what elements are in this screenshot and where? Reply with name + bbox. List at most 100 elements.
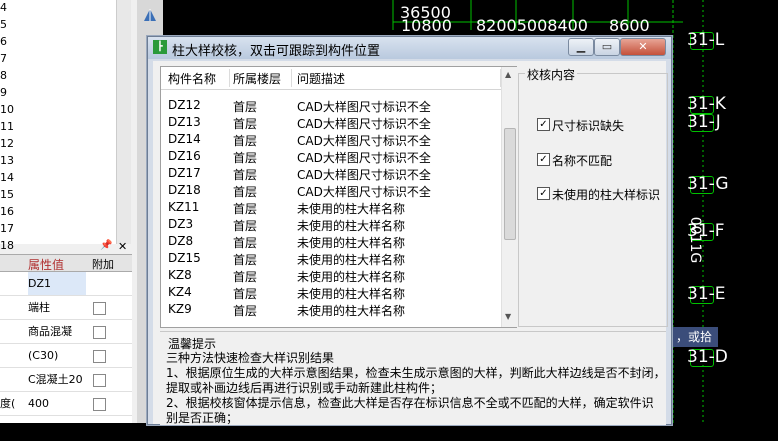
property-label — [0, 320, 24, 344]
issue-issue: CAD大样图尺寸标识不全 — [297, 151, 431, 165]
grid-line — [0, 415, 132, 416]
property-grid: DZ1 端柱 商品混凝 (C30) C混凝土20 度(400 — [0, 272, 132, 423]
row-number[interactable]: 15 — [0, 186, 14, 203]
row-number[interactable]: 18 — [0, 237, 14, 254]
row-number[interactable]: 9 — [0, 84, 14, 101]
scroll-down-icon[interactable]: ▼ — [505, 312, 511, 321]
issue-row[interactable]: KZ9 首层 未使用的柱大样名称 — [161, 301, 501, 318]
row-number[interactable]: 13 — [0, 152, 14, 169]
axis-label: 31-K — [687, 94, 726, 114]
issue-row[interactable]: DZ16 首层 CAD大样图尺寸标识不全 — [161, 148, 501, 165]
issue-row[interactable]: DZ8 首层 未使用的柱大样名称 — [161, 233, 501, 250]
property-value[interactable]: C混凝土20 — [28, 368, 86, 392]
column-separator[interactable] — [229, 69, 230, 87]
vertical-dimension-text: 0011G — [687, 216, 704, 264]
close-button[interactable]: ✕ — [620, 38, 666, 56]
property-label — [0, 272, 24, 296]
checkbox[interactable]: ✓ — [537, 187, 550, 200]
issue-row[interactable]: DZ14 首层 CAD大样图尺寸标识不全 — [161, 131, 501, 148]
extra-checkbox[interactable] — [93, 350, 106, 363]
issue-row[interactable]: DZ12 首层 CAD大样图尺寸标识不全 — [161, 97, 501, 114]
row-number[interactable]: 4 — [0, 0, 14, 16]
issue-floor: 首层 — [233, 151, 258, 165]
row-number[interactable]: 12 — [0, 135, 14, 152]
property-value[interactable]: 端柱 — [28, 296, 86, 320]
pin-icon[interactable]: 📌 — [100, 240, 112, 251]
issue-row[interactable]: DZ17 首层 CAD大样图尺寸标识不全 — [161, 165, 501, 182]
row-number[interactable]: 5 — [0, 16, 14, 33]
issue-row[interactable]: KZ8 首层 未使用的柱大样名称 — [161, 267, 501, 284]
row-number[interactable]: 8 — [0, 67, 14, 84]
issue-floor: 首层 — [233, 202, 258, 216]
issue-row[interactable]: DZ18 首层 CAD大样图尺寸标识不全 — [161, 182, 501, 199]
column-separator[interactable] — [291, 69, 292, 87]
issue-issue: CAD大样图尺寸标识不全 — [297, 100, 431, 114]
issue-row[interactable]: DZ3 首层 未使用的柱大样名称 — [161, 216, 501, 233]
dimension-label: 10800 — [401, 16, 452, 35]
axis-label: 31-J — [687, 112, 721, 132]
issue-issue: 未使用的柱大样名称 — [297, 304, 406, 318]
property-value-header: 属性值 — [28, 258, 65, 272]
issue-issue: 未使用的柱大样名称 — [297, 219, 406, 233]
checkbox[interactable]: ✓ — [537, 118, 550, 131]
maximize-button[interactable]: ▭ — [594, 38, 620, 56]
issue-name: DZ18 — [168, 183, 201, 197]
issue-issue: CAD大样图尺寸标识不全 — [297, 117, 431, 131]
issue-name: DZ15 — [168, 251, 201, 265]
axis-label: 31-G — [687, 174, 729, 194]
close-icon[interactable]: ✕ — [118, 240, 127, 253]
minimize-button[interactable]: ▁ — [568, 38, 594, 56]
issue-floor: 首层 — [233, 304, 258, 318]
property-value[interactable]: (C30) — [28, 344, 86, 368]
row-number[interactable]: 6 — [0, 33, 14, 50]
column-header-name[interactable]: 构件名称 — [168, 70, 216, 87]
row-number[interactable]: 7 — [0, 50, 14, 67]
checkbox-label: 未使用的柱大样标识 — [552, 188, 661, 202]
issue-floor: 首层 — [233, 185, 258, 199]
layer-icon[interactable] — [142, 7, 158, 23]
axis-label: 31-E — [687, 284, 726, 304]
left-panel: 4 5 6 7 8 9 10 11 12 13 14 15 16 17 18 属性值 附加 📌 ✕ DZ1 端… — [0, 0, 137, 423]
issue-issue: CAD大样图尺寸标识不全 — [297, 134, 431, 148]
row-number[interactable]: 10 — [0, 101, 14, 118]
issue-name: DZ16 — [168, 149, 201, 163]
issue-name: DZ3 — [168, 217, 194, 231]
row-number[interactable]: 11 — [0, 118, 14, 135]
row-list[interactable]: 4 5 6 7 8 9 10 11 12 13 14 15 16 17 18 — [0, 0, 117, 252]
issue-issue: 未使用的柱大样名称 — [297, 270, 406, 284]
property-label — [0, 344, 24, 368]
issue-list[interactable]: 构件名称 所属楼层 问题描述 DZ12 首层 CAD大样图尺寸标识不全 DZ13 首层 C… — [160, 66, 517, 328]
property-header: 属性值 附加 📌 ✕ — [0, 240, 132, 272]
row-number[interactable]: 14 — [0, 169, 14, 186]
issue-row[interactable]: DZ13 首层 CAD大样图尺寸标识不全 — [161, 114, 501, 131]
extra-checkbox[interactable] — [93, 398, 106, 411]
issue-row[interactable]: KZ11 首层 未使用的柱大样名称 — [161, 199, 501, 216]
property-value[interactable]: 400 — [28, 392, 86, 416]
pick-hint[interactable]: ，或拾 — [670, 327, 718, 347]
issue-name: DZ14 — [168, 132, 201, 146]
extra-checkbox[interactable] — [93, 326, 106, 339]
extra-checkbox[interactable] — [93, 374, 106, 387]
dimension-label: 82005008400 — [476, 16, 588, 35]
property-value[interactable]: 商品混凝 — [28, 320, 86, 344]
row-number[interactable]: 16 — [0, 203, 14, 220]
scroll-up-icon[interactable]: ▲ — [505, 70, 511, 79]
checkbox[interactable]: ✓ — [537, 153, 550, 166]
scroll-thumb[interactable] — [504, 128, 516, 240]
column-header-floor[interactable]: 所属楼层 — [233, 70, 281, 87]
issue-list-scrollbar[interactable]: ▲ ▼ — [501, 67, 517, 327]
extra-checkbox[interactable] — [93, 302, 106, 315]
issue-issue: CAD大样图尺寸标识不全 — [297, 168, 431, 182]
column-header-issue[interactable]: 问题描述 — [297, 70, 345, 87]
issue-issue: 未使用的柱大样名称 — [297, 202, 406, 216]
axis-label: 31-L — [687, 30, 725, 50]
issue-row[interactable]: DZ15 首层 未使用的柱大样名称 — [161, 250, 501, 267]
property-value[interactable]: DZ1 — [28, 272, 86, 296]
row-list-scrollbar[interactable] — [116, 0, 131, 244]
checkbox-label: 尺寸标识缺失 — [552, 119, 625, 133]
axis-label: 31-D — [687, 347, 728, 367]
row-number[interactable]: 17 — [0, 220, 14, 237]
dialog-titlebar[interactable]: ┣ 柱大样校核，双击可跟踪到构件位置 ▁ ▭ ✕ — [148, 37, 671, 59]
issue-row[interactable]: KZ4 首层 未使用的柱大样名称 — [161, 284, 501, 301]
property-label — [0, 296, 24, 320]
